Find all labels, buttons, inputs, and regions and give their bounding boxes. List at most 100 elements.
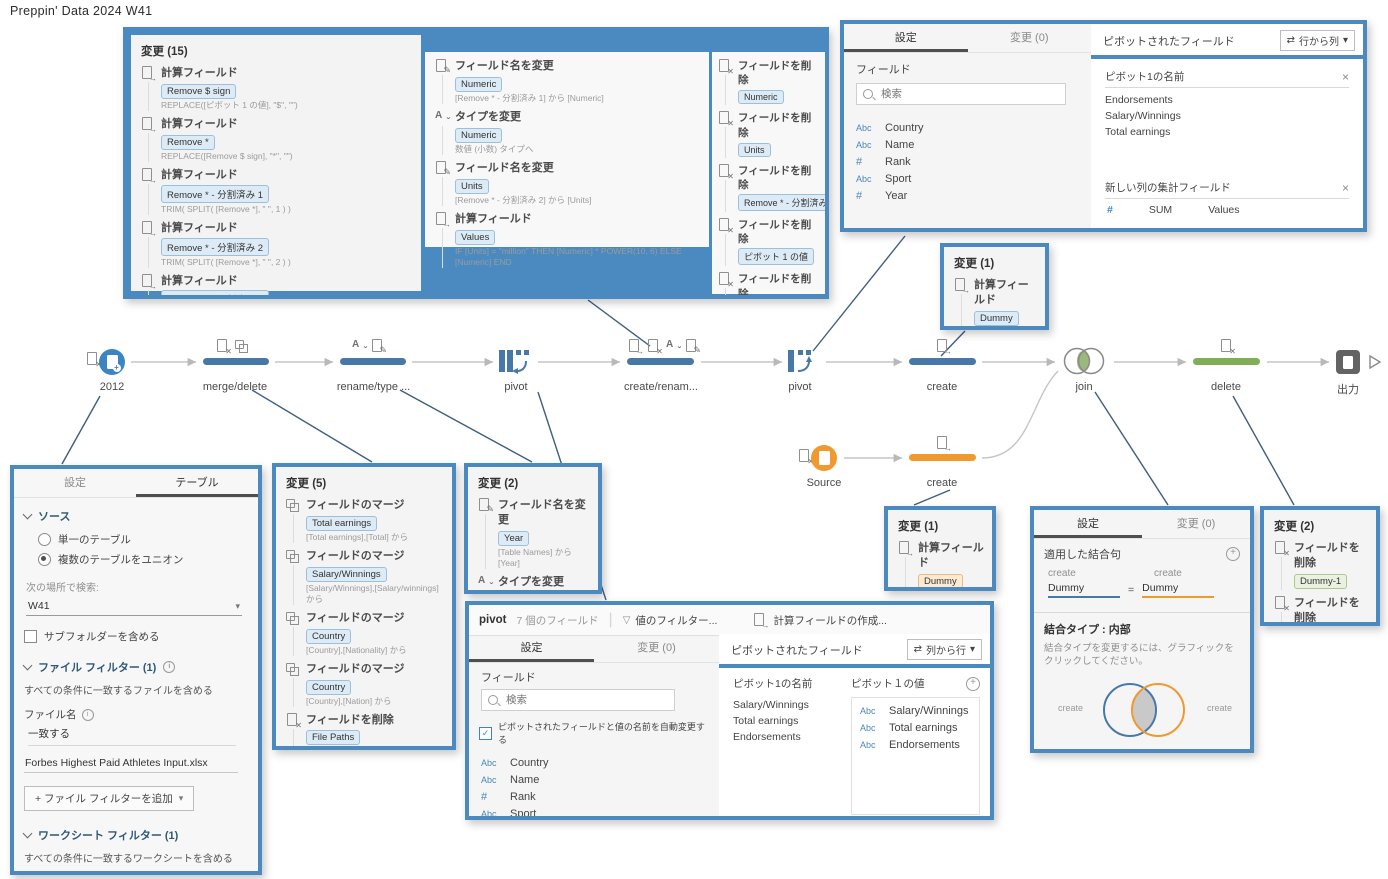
search-input[interactable] <box>856 83 1066 105</box>
tab-changes[interactable]: 変更 (0) <box>968 24 1092 52</box>
close-icon[interactable]: × <box>1342 71 1349 83</box>
agg-field-name[interactable]: Values <box>1208 204 1239 216</box>
tab-table[interactable]: テーブル <box>136 469 258 497</box>
join-left-table: create <box>1048 568 1076 579</box>
tab-changes[interactable]: 変更 (0) <box>1142 510 1250 538</box>
pivot-name-item[interactable]: Salary/Winnings <box>1105 108 1349 124</box>
change-item: フィールドのマージ Total earnings [Total earnings… <box>276 495 452 546</box>
field-row[interactable]: Abc Sport <box>481 805 707 817</box>
pivot-name-item[interactable]: Endorsements <box>733 729 851 745</box>
change-type-icon <box>141 220 157 238</box>
field-row[interactable]: Abc Country <box>481 754 707 771</box>
node-label: pivot <box>504 381 528 393</box>
agg-function[interactable]: SUM <box>1149 204 1172 216</box>
field-badge: File Paths <box>306 730 361 746</box>
tab-settings[interactable]: 設定 <box>844 24 968 52</box>
change-type-icon <box>286 662 300 676</box>
field-row[interactable]: Abc Name <box>856 136 1079 153</box>
tab-settings[interactable]: 設定 <box>1034 510 1142 538</box>
file-plus-icon: + <box>106 355 121 372</box>
join-venn[interactable]: create create <box>1034 671 1250 749</box>
field-type-icon: # <box>856 155 863 168</box>
field-badge: Units <box>455 178 489 194</box>
pivot-value-item[interactable]: Abc Endorsements <box>860 736 971 753</box>
field-row[interactable]: Abc Sport <box>856 170 1079 187</box>
step-delete[interactable] <box>1193 358 1260 365</box>
subfolder-checkbox[interactable]: サブフォルダーを含める <box>24 629 244 644</box>
add-file-filter-button[interactable]: + ファイル フィルターを追加 ▾ <box>24 786 195 811</box>
section-file-filter[interactable]: ファイル フィルター (1) i <box>22 659 244 675</box>
join-left-field[interactable]: Dummy <box>1048 582 1120 598</box>
change-item: フィールドを削除 File Paths <box>276 710 452 746</box>
radio-selected-icon <box>38 553 51 566</box>
pivot-name-item[interactable]: Salary/Winnings <box>733 697 851 713</box>
output-node[interactable] <box>1336 350 1360 374</box>
section-source[interactable]: ソース <box>22 508 244 524</box>
change-type-icon <box>478 575 493 590</box>
node-label: rename/type ... <box>336 381 411 393</box>
panel-change-1-blue: 変更 (1) 計算フィールド Dummy 1 <box>940 243 1049 330</box>
search-icon <box>863 89 873 99</box>
radio-single-table[interactable]: 単一のテーブル <box>38 532 244 547</box>
join-right-field[interactable]: Dummy <box>1142 582 1215 598</box>
change-item: フィールドのマージ Salary/Winnings [Salary/Winnin… <box>276 546 452 608</box>
pivot-direction-button[interactable]: ⇄ 行から列 ▾ <box>1279 30 1355 51</box>
close-icon[interactable]: × <box>1342 182 1349 194</box>
auto-rename-checkbox[interactable]: ✓ ピボットされたフィールドと値の名前を自動変更する <box>479 720 709 746</box>
pivot-name-item[interactable]: Total earnings <box>1105 124 1349 140</box>
source-node[interactable] <box>811 445 837 471</box>
match-select[interactable]: 一致する <box>28 726 236 746</box>
step-merge-delete[interactable] <box>203 358 269 365</box>
field-row[interactable]: Abc Country <box>856 119 1079 136</box>
calc-field-icon <box>628 339 644 356</box>
change-item: フィールド名を変更 Year [Table Names] から [Year] <box>468 495 598 572</box>
join-node-icon[interactable] <box>1062 346 1108 378</box>
pivot1-values-label: ピボット１の値 <box>851 678 925 690</box>
pivot-node-icon[interactable] <box>499 347 531 375</box>
section-worksheet-filter[interactable]: ワークシート フィルター (1) <box>22 827 244 843</box>
field-badge: Country <box>306 628 352 644</box>
value-filter-action[interactable]: ▽ 値のフィルター... <box>623 613 718 628</box>
add-join-clause-icon[interactable]: + <box>1226 547 1240 561</box>
tab-changes[interactable]: 変更 (0) <box>594 634 719 662</box>
change-type-icon <box>718 218 734 235</box>
field-row[interactable]: Abc Name <box>481 771 707 788</box>
step-create[interactable] <box>909 358 976 365</box>
step-create-source[interactable] <box>909 454 976 461</box>
panel-changes-5: 変更 (5) フィールドのマージ Total earnings [Total e… <box>272 463 456 750</box>
field-badge: Year <box>498 593 529 594</box>
tab-settings[interactable]: 設定 <box>469 634 594 662</box>
field-row[interactable]: # Rank <box>856 153 1079 170</box>
field-badge: Remove * - 分割済み 1 <box>161 184 270 203</box>
radio-union-tables[interactable]: 複数のテーブルをユニオン <box>38 552 244 567</box>
join-clauses-label: 適用した結合句 <box>1044 549 1121 561</box>
tab-settings[interactable]: 設定 <box>14 469 136 497</box>
step-rename-type[interactable] <box>340 358 406 365</box>
field-row[interactable]: # Year <box>856 187 1079 204</box>
file-name-value[interactable]: Forbes Highest Paid Athletes Input.xlsx <box>24 754 238 773</box>
field-badge: Remove * - 分割済み 2 <box>161 237 270 256</box>
pivot-values-box: Abc Salary/Winnings Abc Total earnings A… <box>851 697 980 815</box>
field-row[interactable]: # Rank <box>481 788 707 805</box>
pivot-node-icon[interactable] <box>788 347 820 375</box>
create-calc-action[interactable]: 計算フィールドの作成... <box>753 613 887 630</box>
pivot-direction-button[interactable]: ⇄ 列から行 ▾ <box>906 639 982 660</box>
pivot-name-item[interactable]: Total earnings <box>733 713 851 729</box>
change-item: 計算フィールド Remove $ sign REPLACE([ピボット 1 の値… <box>131 63 421 114</box>
pivot-value-item[interactable]: Abc Salary/Winnings <box>860 702 971 719</box>
panel-pivot-main: pivot 7 個のフィールド | ▽値のフィルター... 計算フィールドの作成… <box>465 601 994 820</box>
field-badge: Remove * - 分割済み 3 <box>161 290 270 295</box>
add-icon[interactable]: + <box>966 676 980 691</box>
pivot-value-item[interactable]: Abc Total earnings <box>860 719 971 736</box>
search-in-select[interactable]: W41 ▾ <box>26 598 242 616</box>
node-label: 出力 <box>1337 384 1359 396</box>
venn-diagram[interactable] <box>1096 673 1192 747</box>
search-input[interactable] <box>481 689 675 711</box>
run-flow-icon[interactable] <box>1368 354 1382 370</box>
step-create-rename[interactable] <box>627 358 694 365</box>
pivot-name-item[interactable]: Endorsements <box>1105 92 1349 108</box>
remove-field-icon <box>216 339 232 356</box>
panel-change-1-orange: 変更 (1) 計算フィールド Dummy 1 <box>884 506 996 591</box>
input-node-2012[interactable]: + <box>99 349 125 375</box>
field-badge: Units <box>738 142 771 157</box>
